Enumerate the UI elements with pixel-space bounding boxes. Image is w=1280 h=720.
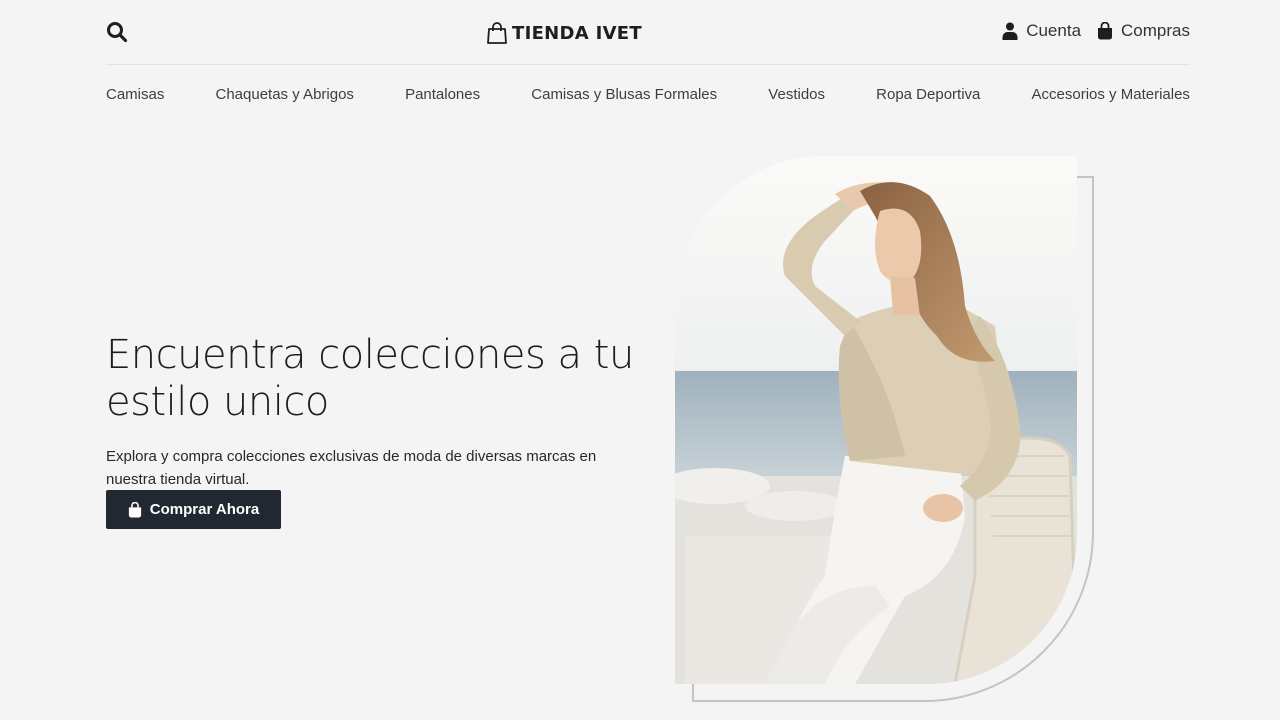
category-nav: Camisas Chaquetas y Abrigos Pantalones C… bbox=[106, 82, 1190, 106]
account-label: Cuenta bbox=[1026, 21, 1082, 40]
search-icon bbox=[107, 22, 128, 43]
nav-item-camisas-blusas-formales[interactable]: Camisas y Blusas Formales bbox=[531, 86, 717, 103]
hero-title: Encuentra colecciones a tu estilo unico bbox=[106, 332, 634, 425]
account-link[interactable]: Cuenta bbox=[1002, 21, 1081, 41]
nav-item-chaquetas-abrigos[interactable]: Chaquetas y Abrigos bbox=[216, 86, 354, 103]
search-button[interactable] bbox=[106, 21, 128, 43]
nav-item-pantalones[interactable]: Pantalones bbox=[405, 86, 480, 103]
shop-now-label: Comprar Ahora bbox=[149, 501, 260, 518]
shop-now-button[interactable]: Comprar Ahora bbox=[106, 490, 281, 529]
nav-item-accesorios-materiales[interactable]: Accesorios y Materiales bbox=[1032, 86, 1190, 103]
cart-label: Compras bbox=[1121, 21, 1190, 40]
nav-item-camisas[interactable]: Camisas bbox=[106, 86, 164, 103]
hero-photo bbox=[675, 156, 1077, 684]
hero-subtitle: Explora y compra colecciones exclusivas … bbox=[106, 448, 597, 488]
nav-item-ropa-deportiva[interactable]: Ropa Deportiva bbox=[876, 86, 980, 103]
shopping-bag-outline-icon bbox=[487, 22, 507, 44]
nav-item-vestidos[interactable]: Vestidos bbox=[768, 86, 825, 103]
cart-link[interactable]: Compras bbox=[1097, 21, 1190, 41]
shopping-bag-icon bbox=[128, 501, 141, 517]
shopping-bag-icon bbox=[1098, 22, 1113, 40]
brand-name: TIENDA IVET bbox=[512, 22, 642, 44]
account-actions: Cuenta Compras bbox=[1002, 21, 1190, 41]
user-icon bbox=[1002, 22, 1018, 40]
top-bar: TIENDA IVET Cuenta Compras bbox=[106, 0, 1190, 65]
model-photo-illustration bbox=[675, 156, 1077, 684]
brand-logo[interactable]: TIENDA IVET bbox=[486, 20, 646, 46]
